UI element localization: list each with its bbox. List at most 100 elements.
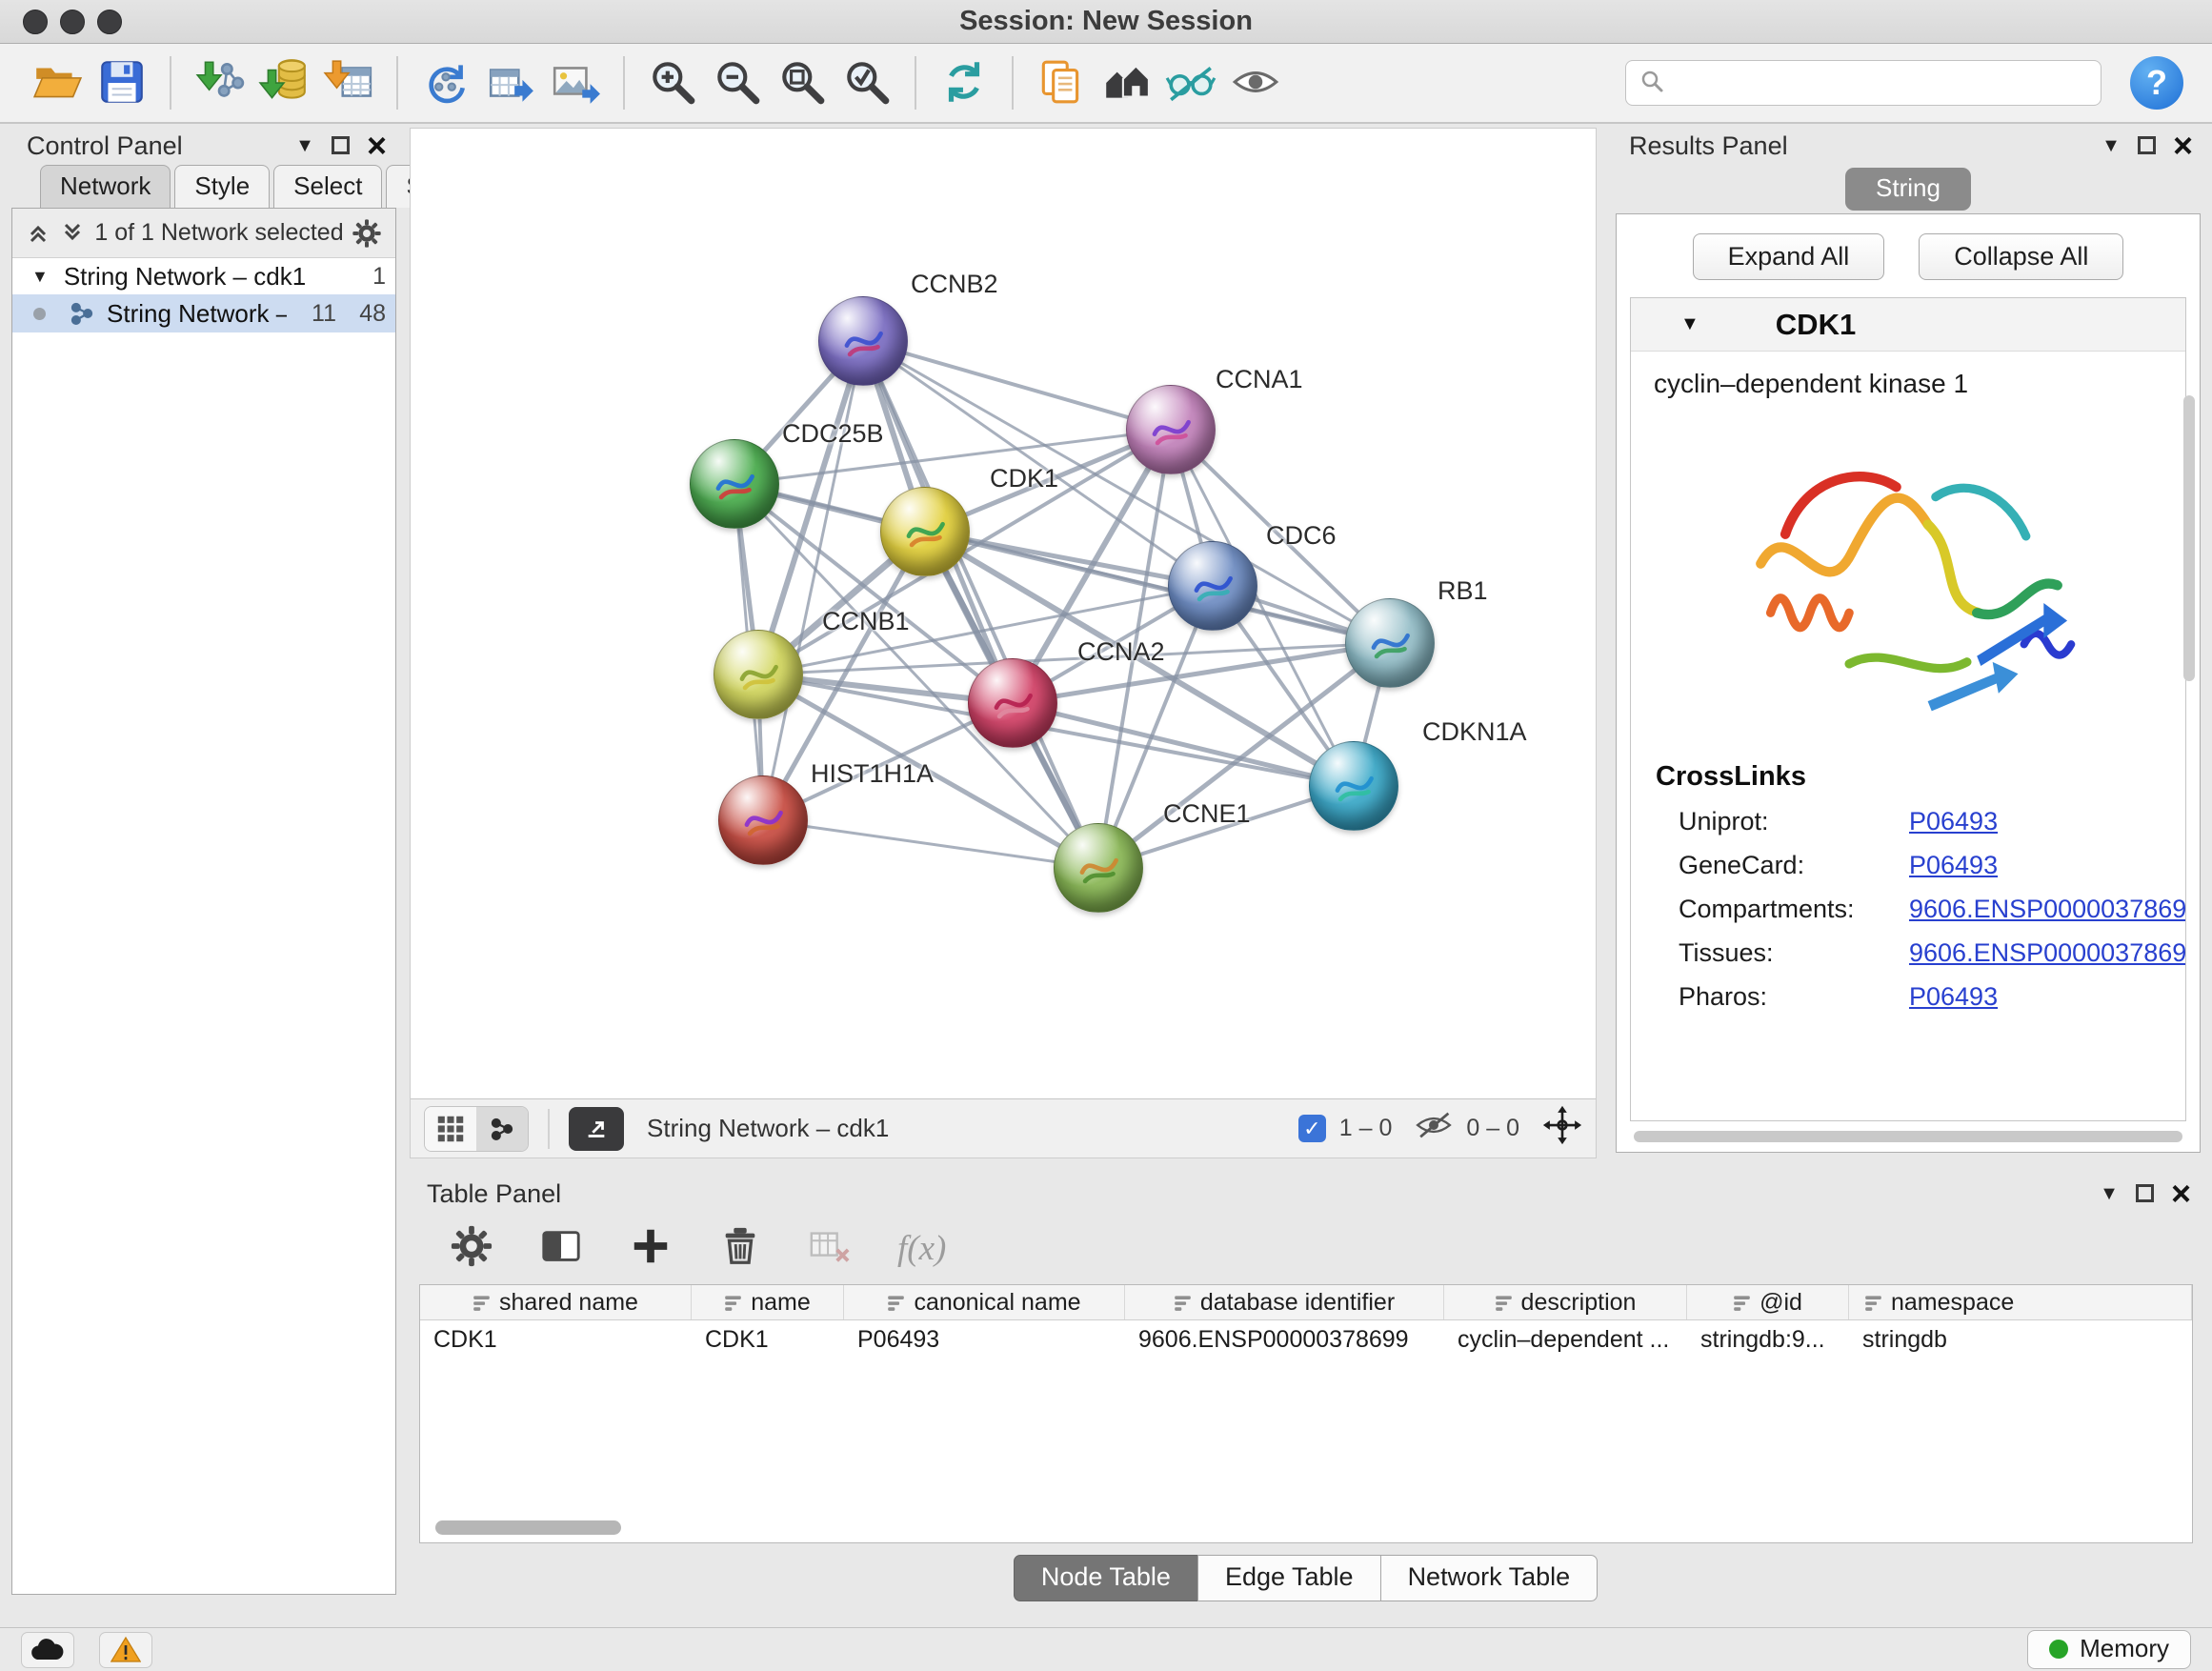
zoom-fit-button[interactable] [770, 50, 835, 115]
table-cell[interactable]: P06493 [844, 1320, 1125, 1359]
protein-structure-thumb [1324, 756, 1383, 815]
tree-expander-icon[interactable]: ▼ [31, 267, 49, 287]
expand-all-icon[interactable] [60, 220, 87, 247]
column-header-canonical-name[interactable]: canonical name [844, 1285, 1125, 1319]
memory-button[interactable]: Memory [2027, 1630, 2191, 1669]
network-collection-row[interactable]: ▼ String Network – cdk1 1 [12, 258, 395, 294]
network-node-cdk1[interactable] [880, 487, 970, 576]
delete-column-trash-icon[interactable] [718, 1224, 762, 1273]
table-cell[interactable]: stringdb:9... [1687, 1320, 1849, 1359]
network-node-label: CCNA2 [1077, 637, 1165, 667]
show-columns-icon[interactable] [539, 1224, 583, 1273]
table-row[interactable]: CDK1CDK1P064939606.ENSP00000378699cyclin… [420, 1320, 2192, 1359]
import-network-file-button[interactable] [187, 50, 251, 115]
network-node-ccne1[interactable] [1054, 823, 1143, 913]
view-grid-toggle[interactable] [425, 1107, 476, 1151]
update-network-button[interactable] [413, 50, 478, 115]
table-horizontal-scrollbar[interactable] [435, 1520, 621, 1535]
network-row-selected[interactable]: String Network – cdk1 11 48 [12, 294, 395, 332]
zoom-in-button[interactable] [640, 50, 705, 115]
help-button[interactable]: ? [2130, 56, 2183, 110]
crosslink-value[interactable]: P06493 [1909, 851, 1998, 880]
table-cell[interactable]: cyclin–dependent ... [1444, 1320, 1687, 1359]
collapse-section-icon[interactable]: ▼ [1680, 313, 1699, 335]
float-panel-icon[interactable] [332, 136, 350, 154]
network-node-rb1[interactable] [1345, 598, 1435, 688]
network-node-ccnb2[interactable] [818, 296, 908, 386]
network-node-cdc25b[interactable] [690, 439, 779, 529]
table-cell[interactable]: 9606.ENSP00000378699 [1125, 1320, 1444, 1359]
close-panel-icon[interactable]: × [367, 132, 387, 160]
copy-button[interactable] [1029, 50, 1094, 115]
table-settings-gear-icon[interactable] [450, 1224, 493, 1273]
collapse-all-icon[interactable] [26, 220, 52, 247]
save-session-button[interactable] [90, 50, 154, 115]
column-header--id[interactable]: @id [1687, 1285, 1849, 1319]
network-options-gear-icon[interactable] [352, 218, 382, 249]
tab-edge-table[interactable]: Edge Table [1197, 1555, 1381, 1601]
crosslink-value[interactable]: P06493 [1909, 807, 1998, 836]
show-details-button[interactable] [1223, 50, 1288, 115]
tab-network[interactable]: Network [40, 165, 171, 208]
selected-checkbox-icon[interactable]: ✓ [1298, 1115, 1326, 1142]
close-panel-icon[interactable]: × [2173, 132, 2193, 160]
column-header-shared-name[interactable]: shared name [420, 1285, 692, 1319]
tab-style[interactable]: Style [174, 165, 270, 208]
network-node-hist1h1a[interactable] [718, 775, 808, 865]
network-node-ccna1[interactable] [1126, 385, 1216, 474]
panel-menu-icon[interactable]: ▼ [2100, 1184, 2119, 1203]
tab-select[interactable]: Select [273, 165, 382, 208]
column-header-namespace[interactable]: namespace [1849, 1285, 2192, 1319]
tab-node-table[interactable]: Node Table [1014, 1555, 1198, 1601]
crosslink-value[interactable]: P06493 [1909, 982, 1998, 1012]
detach-view-button[interactable] [569, 1107, 624, 1151]
close-panel-icon[interactable]: × [2171, 1180, 2191, 1208]
first-neighbors-button[interactable] [1094, 50, 1158, 115]
hide-details-button[interactable] [1158, 50, 1223, 115]
results-horizontal-scrollbar[interactable] [1634, 1131, 2182, 1142]
network-edge[interactable] [763, 820, 1098, 868]
tab-network-table[interactable]: Network Table [1380, 1555, 1599, 1601]
network-edge[interactable] [863, 341, 1098, 868]
network-node-ccna2[interactable] [968, 658, 1057, 748]
table-cell[interactable]: CDK1 [692, 1320, 844, 1359]
zoom-out-button[interactable] [705, 50, 770, 115]
import-network-database-button[interactable] [251, 50, 316, 115]
column-header-name[interactable]: name [692, 1285, 844, 1319]
network-edge[interactable] [763, 341, 863, 820]
column-header-database-identifier[interactable]: database identifier [1125, 1285, 1444, 1319]
add-column-icon[interactable] [629, 1224, 673, 1273]
results-tab-string[interactable]: String [1845, 168, 1971, 211]
gene-card-header[interactable]: ▼ CDK1 [1631, 298, 2185, 352]
cloud-button[interactable] [21, 1632, 74, 1668]
refresh-button[interactable] [932, 50, 996, 115]
open-session-button[interactable] [25, 50, 90, 115]
crosslink-value[interactable]: 9606.ENSP00000378699 [1909, 895, 2186, 924]
zoom-selected-button[interactable] [835, 50, 899, 115]
expand-all-button[interactable]: Expand All [1693, 233, 1885, 280]
network-node-cdc6[interactable] [1168, 541, 1257, 631]
network-from-table-button[interactable] [478, 50, 543, 115]
network-node-ccnb1[interactable] [714, 630, 803, 719]
float-panel-icon[interactable] [2138, 136, 2156, 154]
crosslink-value[interactable]: 9606.ENSP00000378699 [1909, 938, 2186, 968]
panel-menu-icon[interactable]: ▼ [295, 136, 314, 155]
warnings-button[interactable] [99, 1632, 152, 1668]
collapse-all-button[interactable]: Collapse All [1919, 233, 2123, 280]
birdseye-toggle-icon[interactable] [1542, 1105, 1582, 1152]
results-vertical-scrollbar[interactable] [2183, 395, 2195, 681]
column-header-description[interactable]: description [1444, 1285, 1687, 1319]
global-search-input[interactable] [1674, 69, 2087, 98]
table-cell[interactable]: CDK1 [420, 1320, 692, 1359]
network-view-title: String Network – cdk1 [647, 1114, 889, 1143]
panel-menu-icon[interactable]: ▼ [2101, 136, 2121, 155]
import-table-button[interactable] [316, 50, 381, 115]
view-single-toggle[interactable] [476, 1107, 528, 1151]
network-edge[interactable] [863, 341, 1171, 430]
function-builder-icon[interactable]: f(x) [897, 1228, 946, 1269]
export-image-button[interactable] [543, 50, 608, 115]
network-canvas[interactable]: CCNB2CCNA1CDC25BCDK1CDC6RB1CCNB1CCNA2CDK… [411, 129, 1596, 1098]
network-node-cdkn1a[interactable] [1309, 741, 1398, 831]
float-panel-icon[interactable] [2136, 1184, 2154, 1202]
table-cell[interactable]: stringdb [1849, 1320, 2192, 1359]
